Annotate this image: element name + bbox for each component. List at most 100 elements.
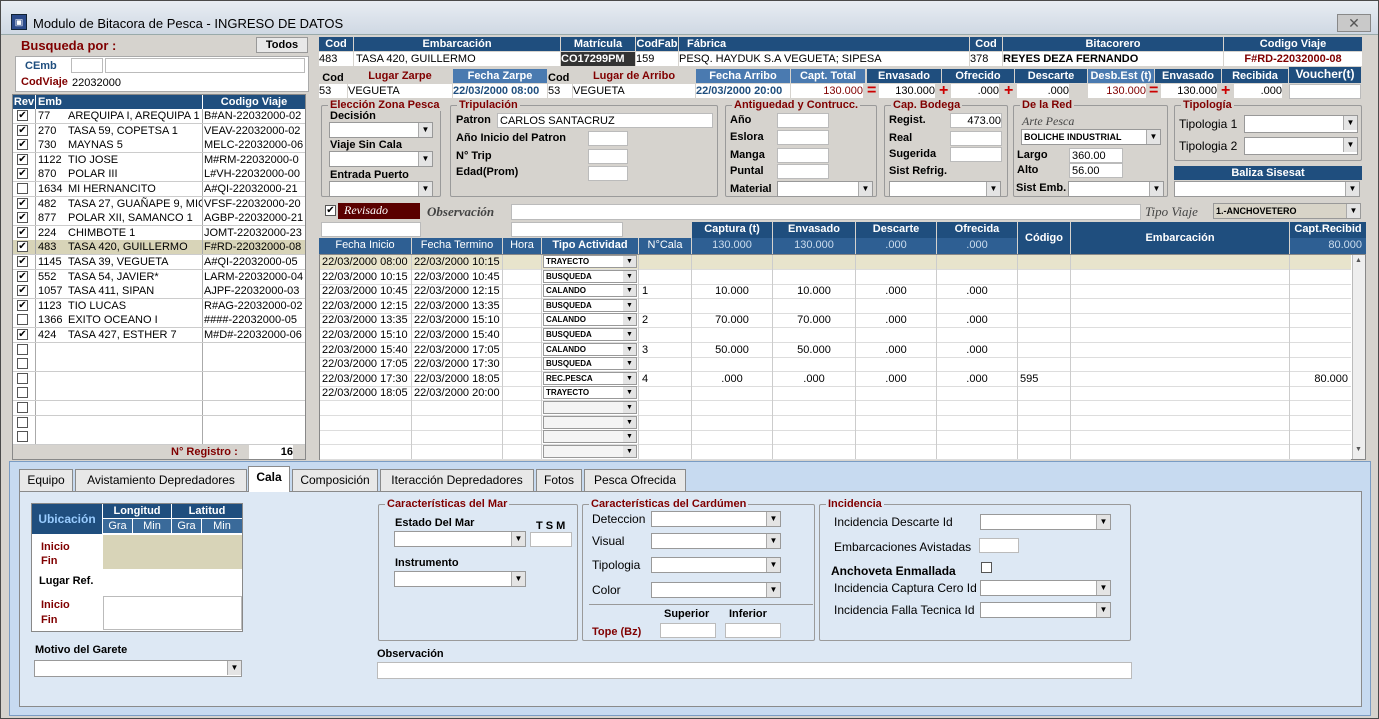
tope-inferior-input[interactable] (725, 623, 781, 638)
list-item[interactable]: ✔ 77 AREQUIPA I, AREQUIPA 1 B#AN-22032000-0… (13, 109, 305, 124)
motivo-garete-select[interactable]: ▼ (34, 660, 242, 677)
rev-checkbox[interactable] (17, 387, 28, 398)
num-trip-input[interactable] (588, 149, 628, 164)
table-row[interactable] (320, 401, 1351, 416)
grid-scrollbar[interactable] (1352, 255, 1365, 459)
list-item[interactable] (13, 401, 305, 416)
cala-observacion-input[interactable] (377, 662, 1132, 679)
list-item[interactable]: ✔ 870 POLAR III L#VH-22032000-00 (13, 167, 305, 182)
list-item[interactable] (13, 386, 305, 401)
rev-checkbox[interactable] (17, 344, 28, 355)
refrig-select[interactable]: ▼ (889, 181, 1001, 197)
inicio-fin-coords[interactable] (103, 535, 242, 569)
list-item[interactable] (13, 416, 305, 431)
eslora-input[interactable] (777, 130, 829, 145)
edad-input[interactable] (588, 166, 628, 181)
baliza-select[interactable]: ▼ (1174, 181, 1360, 197)
tipologia1-select[interactable]: ▼ (1244, 115, 1358, 133)
list-item[interactable]: ✔ 1123 TIO LUCAS R#AG-22032000-02 (13, 299, 305, 314)
inc-falla-select[interactable]: ▼ (980, 602, 1111, 618)
rev-checkbox[interactable]: ✔ (17, 227, 28, 238)
rev-checkbox[interactable] (17, 358, 28, 369)
list-item[interactable]: ✔ 483 TASA 420, GUILLERMO F#RD-22032000-08 (13, 240, 305, 255)
scroll-down-icon[interactable]: ▼ (1353, 446, 1364, 457)
arte-dropdown-icon[interactable]: ▼ (1146, 130, 1160, 144)
table-row[interactable] (320, 430, 1351, 445)
inc-captura-select[interactable]: ▼ (980, 580, 1111, 596)
rev-checkbox[interactable] (17, 417, 28, 428)
tab-equipo[interactable]: Equipo (19, 469, 73, 491)
chevron-down-icon[interactable]: ▼ (623, 431, 636, 442)
chevron-down-icon[interactable]: ▼ (623, 373, 636, 384)
sist-emb-select[interactable]: ▼ (1068, 181, 1164, 197)
chevron-down-icon[interactable]: ▼ (623, 285, 636, 296)
list-item[interactable]: ✔ 1057 TASA 411, SIPAN AJPF-22032000-03 (13, 284, 305, 299)
tab-fotos[interactable]: Fotos (536, 469, 582, 491)
list-item[interactable]: ✔ 1122 TIO JOSE M#RM-22032000-0 (13, 153, 305, 168)
visual-select[interactable]: ▼ (651, 533, 781, 549)
alto-input[interactable]: 56.00 (1069, 163, 1123, 178)
tab-composicion[interactable]: Composición (292, 469, 378, 491)
todos-button[interactable]: Todos (256, 37, 308, 53)
list-item[interactable]: ✔ 424 TASA 427, ESTHER 7 M#D#-22032000-06 (13, 328, 305, 343)
puntal-input[interactable] (777, 164, 829, 179)
chevron-down-icon[interactable]: ▼ (623, 314, 636, 325)
list-item[interactable]: ✔ 270 TASA 59, COPETSA 1 VEAV-22032000-02 (13, 124, 305, 139)
table-row[interactable] (320, 416, 1351, 431)
tab-pesca-ofrecida[interactable]: Pesca Ofrecida (584, 469, 686, 491)
list-item[interactable]: ✔ 877 POLAR XII, SAMANCO 1 AGBP-22032000-21 (13, 211, 305, 226)
rev-checkbox[interactable] (17, 314, 28, 325)
anio-patron-input[interactable] (588, 131, 628, 146)
rev-checkbox[interactable]: ✔ (17, 212, 28, 223)
rev-checkbox[interactable]: ✔ (17, 168, 28, 179)
chevron-down-icon[interactable]: ▼ (623, 329, 636, 340)
deteccion-select[interactable]: ▼ (651, 511, 781, 527)
revisado-checkbox[interactable]: ✔ (325, 205, 336, 216)
rev-checkbox[interactable]: ✔ (17, 300, 28, 311)
tipologia-cardumen-select[interactable]: ▼ (651, 557, 781, 573)
instrumento-select[interactable]: ▼ (394, 571, 526, 587)
tipo-viaje-dropdown-icon[interactable]: ▼ (1346, 204, 1360, 218)
codviaje-input[interactable]: 22032000 (72, 76, 121, 90)
tipologia2-select[interactable]: ▼ (1244, 137, 1358, 155)
grid-filter-2[interactable] (511, 222, 623, 237)
largo-input[interactable]: 360.00 (1069, 148, 1123, 163)
chevron-down-icon[interactable]: ▼ (623, 358, 636, 369)
cemb-input[interactable] (71, 58, 103, 73)
tsm-input[interactable] (530, 532, 572, 547)
list-item[interactable] (13, 343, 305, 358)
decision-select[interactable]: ▼ (329, 122, 433, 138)
table-row[interactable] (320, 445, 1351, 460)
rev-checkbox[interactable]: ✔ (17, 241, 28, 252)
tope-superior-input[interactable] (660, 623, 716, 638)
real-input[interactable] (950, 131, 1002, 146)
regist-input[interactable]: 473.00 (950, 113, 1002, 128)
chevron-down-icon[interactable]: ▼ (623, 256, 636, 267)
tab-avistamiento[interactable]: Avistamiento Depredadores (75, 469, 247, 491)
chevron-down-icon[interactable]: ▼ (623, 402, 636, 413)
rev-checkbox[interactable]: ✔ (17, 271, 28, 282)
chevron-down-icon[interactable]: ▼ (623, 446, 636, 457)
list-item[interactable] (13, 430, 305, 445)
rev-checkbox[interactable]: ✔ (17, 285, 28, 296)
manga-input[interactable] (777, 148, 829, 163)
rev-checkbox[interactable] (17, 402, 28, 413)
rev-checkbox[interactable] (17, 373, 28, 384)
list-item[interactable]: 1634 MI HERNANCITO A#QI-22032000-21 (13, 182, 305, 197)
tab-cala[interactable]: Cala (248, 466, 290, 492)
observacion-input[interactable] (511, 204, 1141, 220)
rev-checkbox[interactable]: ✔ (17, 256, 28, 267)
list-item[interactable] (13, 372, 305, 387)
rev-checkbox[interactable] (17, 183, 28, 194)
inc-descarte-select[interactable]: ▼ (980, 514, 1111, 530)
rev-checkbox[interactable]: ✔ (17, 329, 28, 340)
rev-checkbox[interactable]: ✔ (17, 125, 28, 136)
chevron-down-icon[interactable]: ▼ (623, 300, 636, 311)
sugerida-input[interactable] (950, 147, 1002, 162)
grid-filter-1[interactable] (321, 222, 421, 237)
rev-checkbox[interactable] (17, 431, 28, 442)
patron-input[interactable]: CARLOS SANTACRUZ (497, 113, 713, 128)
tipo-viaje-select[interactable]: 1.-ANCHOVETERO (1213, 203, 1361, 219)
list-item[interactable] (13, 357, 305, 372)
chevron-down-icon[interactable]: ▼ (623, 344, 636, 355)
